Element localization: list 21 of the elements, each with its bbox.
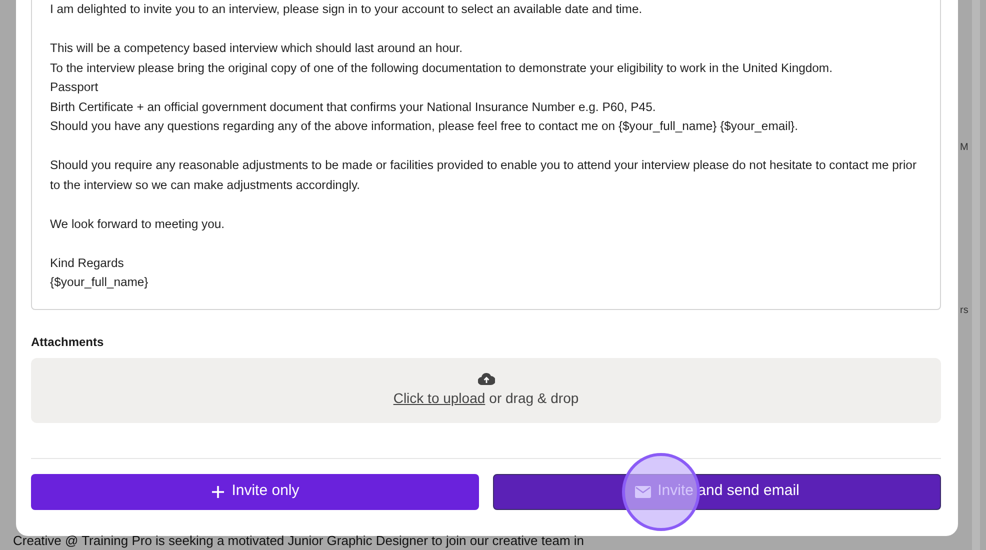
invite-button[interactable]: Invite only [31, 474, 479, 510]
attachments-label: Attachments [31, 334, 105, 350]
email-text-line: Should you have any questions regarding any of the above information, please feel free to contact me on {$your_full_name} {$your_email}. [50, 118, 799, 135]
email-text-line: Should you require any reasonable adjustments to be made or facilities provided to enable you to attend your interview please do not hesitate to contact me prior to the interview so we can make adjustments accordingly. [50, 157, 918, 194]
background-text: Creative @ Training Pro is seeking a motivated Junior Graphic Designer to join our creative team in [13, 532, 584, 550]
background-text: rs [960, 304, 968, 318]
plus-icon [210, 484, 225, 498]
email-body-field[interactable] [31, 0, 941, 310]
upload-link[interactable]: Click to upload [393, 388, 486, 408]
email-text-line: Kind Regards [50, 254, 125, 272]
upload-dropzone[interactable]: Click to upload or drag & drop [31, 358, 941, 422]
email-text-line: To the interview please bring the original copy of one of the following documentation to demonstrate your eligibility to work in the United Kingdom. [50, 60, 834, 76]
cloud-upload-icon [478, 372, 494, 384]
email-text-line: This will be a competency based interview which should last around an hour. [50, 40, 464, 57]
email-text-line: We look forward to meeting you. [50, 216, 226, 232]
email-text-line: I am delighted to invite you to an interview, please sign in to your account to select an available date and time. [50, 1, 644, 18]
upload-hint: or drag & drop [489, 388, 579, 408]
email-text-line: Birth Certificate + an official government document that confirms your National Insurance Number e.g. P60, P45. [50, 98, 657, 116]
email-text-line: {$your_full_name} [50, 274, 150, 291]
email-text-line: Passport [50, 79, 100, 96]
background-text: M [960, 141, 968, 155]
